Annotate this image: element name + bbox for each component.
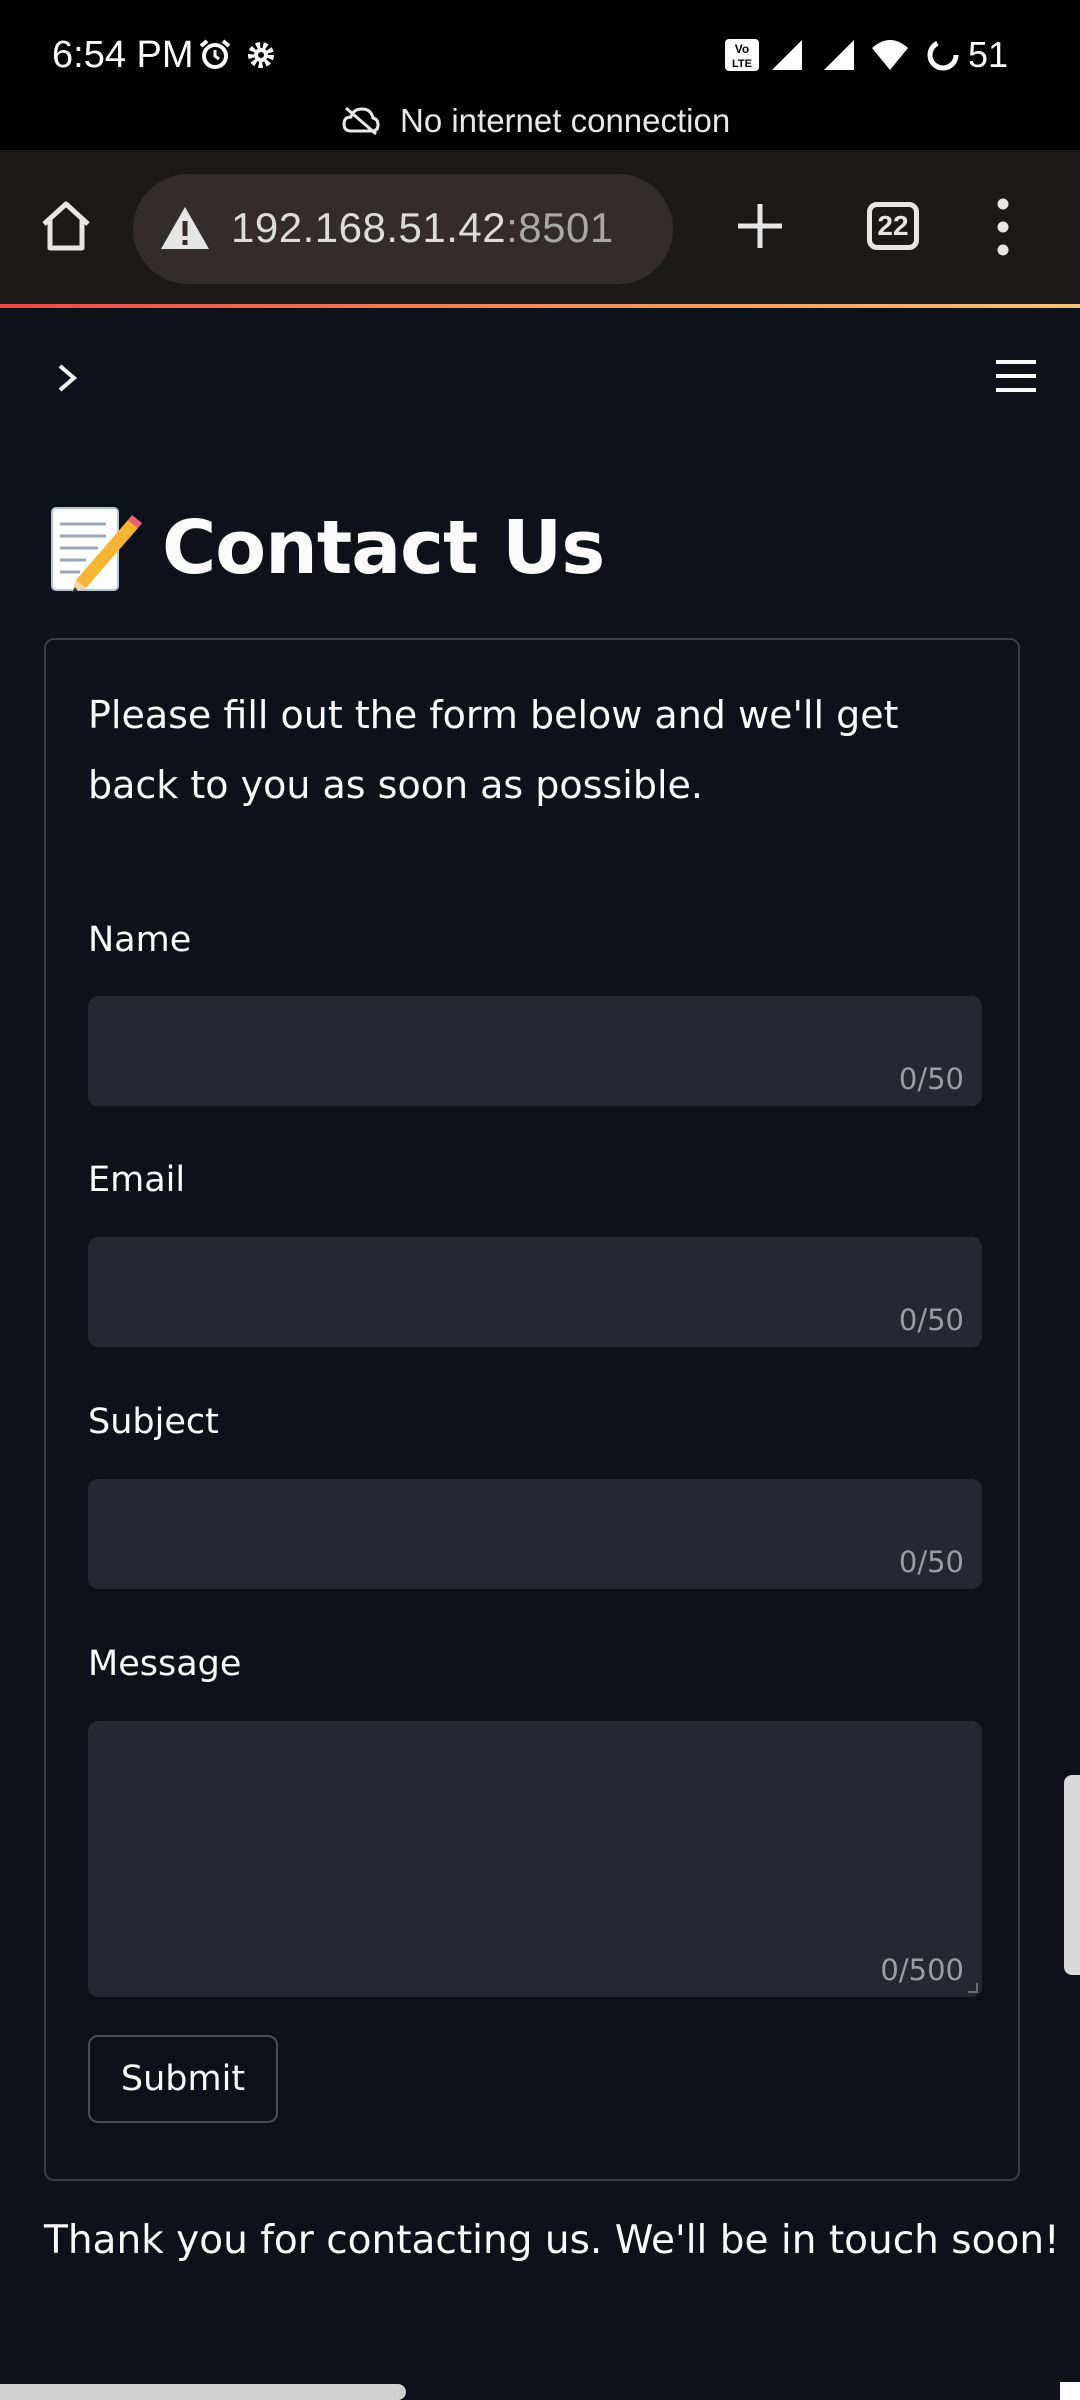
battery-level: 51 — [968, 34, 1009, 75]
page-heading: Contact Us — [46, 498, 605, 598]
browser-toolbar: 192.168.51.42:8501 22 — [0, 150, 1080, 306]
message-label: Message — [88, 1644, 242, 1684]
vertical-scrollbar[interactable] — [1064, 1775, 1080, 1975]
message-textarea[interactable]: 0/500 — [88, 1721, 982, 1997]
submit-button[interactable]: Submit — [88, 2035, 278, 2123]
thanks-message: Thank you for contacting us. We'll be in… — [44, 2218, 1060, 2263]
network-banner: No internet connection — [0, 100, 1080, 150]
page-title: Contact Us — [162, 505, 605, 591]
battery-icon — [927, 39, 959, 71]
scroll-corner — [1060, 2382, 1080, 2400]
contact-form: Please fill out the form below and we'll… — [44, 638, 1020, 2181]
horizontal-scrollbar[interactable] — [0, 2384, 406, 2400]
status-time: 6:54 PM — [52, 34, 194, 76]
chevron-right-icon[interactable] — [48, 358, 88, 398]
svg-text:LTE: LTE — [732, 58, 752, 70]
warning-icon — [161, 207, 209, 249]
volte-icon: Vo LTE — [725, 39, 759, 71]
wifi-icon — [872, 40, 908, 70]
app-main: Contact Us Please fill out the form belo… — [0, 308, 1080, 2400]
alarm-icon — [199, 39, 231, 69]
signal-icon — [772, 40, 802, 70]
svg-text:Vo: Vo — [735, 42, 749, 56]
email-label: Email — [88, 1160, 186, 1200]
network-status-text: No internet connection — [400, 102, 731, 139]
form-intro-text: Please fill out the form below and we'll… — [88, 693, 899, 807]
cloud-off-icon — [342, 106, 380, 136]
email-field[interactable]: 0/50 — [88, 1237, 982, 1347]
url-text: 192.168.51.42:8501 — [231, 204, 614, 252]
subject-char-counter: 0/50 — [898, 1545, 964, 1579]
resize-grip-icon[interactable] — [968, 1983, 978, 1993]
subject-label: Subject — [88, 1402, 219, 1442]
address-bar[interactable]: 192.168.51.42:8501 — [133, 174, 673, 284]
more-vert-icon[interactable] — [988, 194, 1018, 260]
url-port: :8501 — [506, 204, 614, 251]
signal-icon — [824, 40, 854, 70]
plus-icon[interactable] — [732, 198, 788, 254]
status-bar: 6:54 PM Vo LTE 51 — [0, 0, 1080, 115]
message-char-counter: 0/500 — [880, 1953, 964, 1987]
memo-icon — [51, 507, 142, 592]
home-icon[interactable] — [36, 196, 96, 256]
tab-count-button[interactable]: 22 — [867, 202, 919, 250]
email-char-counter: 0/50 — [898, 1303, 964, 1337]
name-label: Name — [88, 920, 192, 960]
gear-icon — [248, 42, 274, 68]
url-host: 192.168.51.42 — [231, 204, 507, 251]
name-field[interactable]: 0/50 — [88, 996, 982, 1106]
hamburger-menu-icon[interactable] — [992, 356, 1040, 396]
subject-field[interactable]: 0/50 — [88, 1479, 982, 1589]
name-char-counter: 0/50 — [898, 1062, 964, 1096]
